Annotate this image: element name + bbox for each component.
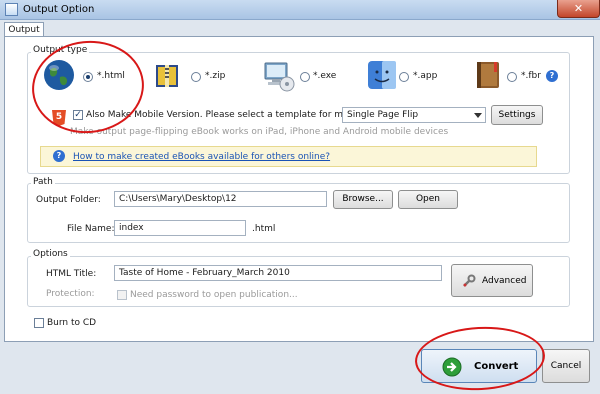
- advanced-label: Advanced: [482, 276, 527, 286]
- path-label: Path: [31, 177, 55, 187]
- output-folder-input[interactable]: C:\Users\Mary\Desktop\12: [114, 191, 327, 207]
- settings-button[interactable]: Settings: [491, 105, 543, 125]
- mobile-note: Make output page-flipping eBook works on…: [70, 127, 449, 137]
- protection-label: Protection:: [46, 289, 95, 299]
- chevron-down-icon: [474, 113, 482, 118]
- book-icon: [474, 60, 502, 90]
- fbr-option-label: *.fbr: [521, 71, 541, 81]
- help-icon[interactable]: ?: [546, 70, 558, 82]
- exe-radio[interactable]: [300, 72, 310, 82]
- zip-archive-icon: [153, 62, 181, 90]
- file-name-input[interactable]: index: [114, 220, 246, 236]
- file-extension: .html: [252, 224, 276, 234]
- mobile-template-select[interactable]: Single Page Flip: [342, 107, 486, 123]
- mobile-template-value: Single Page Flip: [347, 110, 419, 120]
- options-label: Options: [31, 249, 70, 259]
- computer-disc-icon: [263, 60, 295, 92]
- window-title: Output Option: [23, 4, 95, 15]
- html-title-input[interactable]: Taste of Home - February_March 2010: [114, 265, 442, 281]
- exe-option-label: *.exe: [313, 71, 337, 81]
- zip-radio[interactable]: [191, 72, 201, 82]
- app-radio[interactable]: [399, 72, 409, 82]
- burn-to-cd-checkbox[interactable]: [34, 318, 44, 328]
- browse-button[interactable]: Browse...: [333, 190, 393, 209]
- open-button[interactable]: Open: [398, 190, 458, 209]
- title-bar: Output Option ✕: [0, 0, 600, 20]
- cancel-button[interactable]: Cancel: [542, 349, 590, 383]
- wrench-icon: [462, 274, 476, 288]
- password-checkbox-label: Need password to open publication...: [130, 290, 298, 300]
- info-link[interactable]: How to make created eBooks available for…: [73, 152, 330, 162]
- file-name-label: File Name:: [67, 224, 115, 234]
- advanced-button[interactable]: Advanced: [451, 264, 533, 297]
- app-option-label: *.app: [413, 71, 438, 81]
- close-button[interactable]: ✕: [557, 0, 600, 18]
- output-folder-label: Output Folder:: [36, 195, 101, 205]
- info-icon: ?: [53, 150, 65, 162]
- mac-finder-icon: [367, 60, 397, 90]
- app-icon: [5, 3, 18, 16]
- password-checkbox[interactable]: [117, 290, 127, 300]
- burn-to-cd-label: Burn to CD: [47, 318, 97, 328]
- tab-output[interactable]: Output: [4, 22, 44, 37]
- zip-option-label: *.zip: [205, 71, 226, 81]
- fbr-radio[interactable]: [507, 72, 517, 82]
- html-title-label: HTML Title:: [46, 269, 97, 279]
